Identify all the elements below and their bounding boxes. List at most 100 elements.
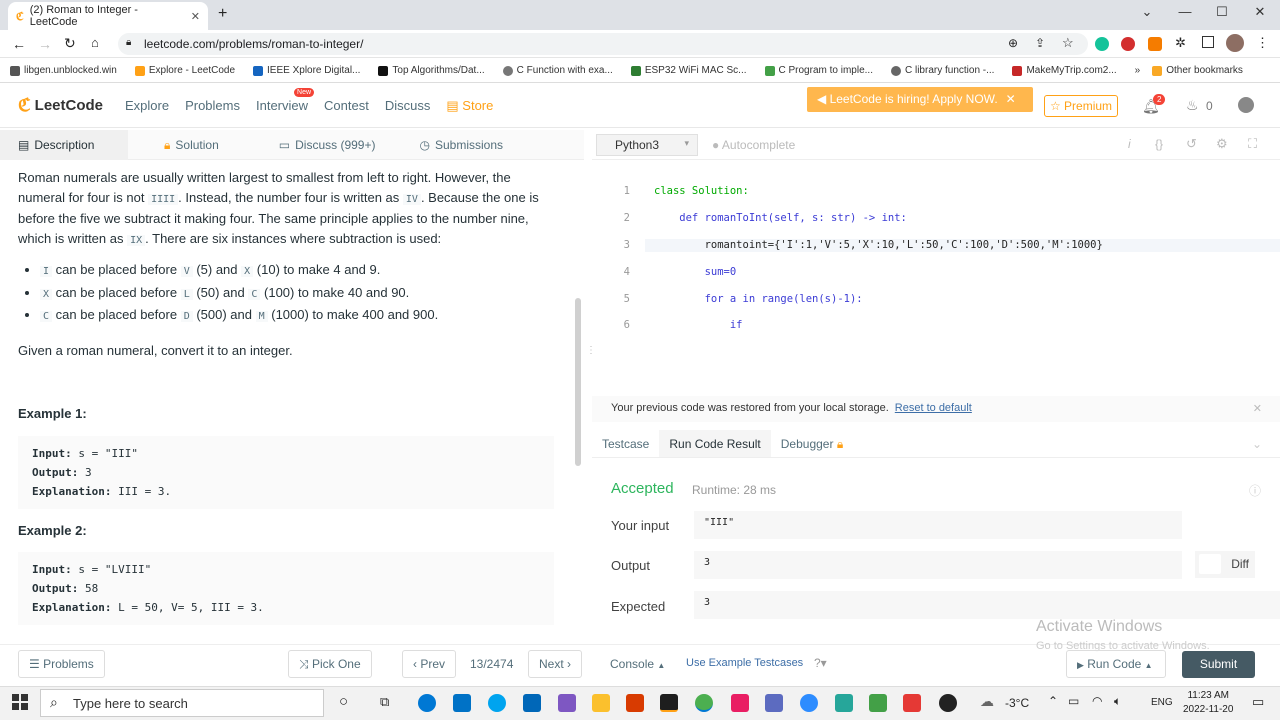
leetcode-logo[interactable]: ℭ LeetCode <box>18 95 103 116</box>
language-select[interactable]: Python3 ▾ <box>596 134 698 156</box>
sidepanel-icon[interactable] <box>1202 36 1214 48</box>
forward-icon[interactable]: → <box>38 36 52 52</box>
wifi-icon[interactable]: ◠ <box>1092 694 1102 708</box>
new-tab-icon[interactable]: + <box>218 5 227 23</box>
help-dropdown-icon[interactable]: ?▾ <box>814 656 827 670</box>
adblock-icon[interactable] <box>1121 37 1135 51</box>
autocomplete-toggle[interactable]: ● Autocomplete <box>712 138 795 152</box>
premium-button[interactable]: ☆ Premium <box>1044 95 1118 117</box>
cortana-icon[interactable]: ○ <box>339 693 348 710</box>
pick-one-button[interactable]: ⤨ Pick One <box>288 650 372 678</box>
zoom-icon[interactable]: ⊕ <box>1008 36 1018 50</box>
slack-icon[interactable] <box>731 694 749 712</box>
bookmark-item[interactable]: ESP32 WiFi MAC Sc... <box>630 65 747 76</box>
star-icon[interactable]: ☆ <box>1062 35 1074 51</box>
extensions-puzzle-icon[interactable]: ✲ <box>1175 35 1186 51</box>
profile-avatar[interactable] <box>1226 34 1244 52</box>
share-icon[interactable]: ⇪ <box>1035 36 1045 50</box>
file-explorer-icon[interactable] <box>592 694 610 712</box>
sublime-icon[interactable] <box>660 694 678 712</box>
menu-dots-icon[interactable]: ⋮ <box>1256 35 1269 51</box>
nav-discuss[interactable]: Discuss <box>385 98 431 113</box>
diff-toggle[interactable]: Diff <box>1195 551 1255 578</box>
volume-icon[interactable]: 🔈︎ <box>1114 694 1121 709</box>
app-icon[interactable] <box>488 694 506 712</box>
close-banner-icon[interactable]: ✕ <box>1006 92 1016 106</box>
bookmark-item[interactable]: MakeMyTrip.com2... <box>1012 65 1117 76</box>
collapse-chevron-icon[interactable]: ⌄ <box>1234 430 1280 457</box>
task-view-icon[interactable]: ⧉ <box>380 694 389 710</box>
github-icon[interactable] <box>939 694 957 712</box>
tab-solution[interactable]: 🔒︎ Solution <box>128 130 237 160</box>
fullscreen-icon[interactable]: ⛶ <box>1248 136 1257 152</box>
user-avatar[interactable] <box>1238 97 1254 113</box>
mail-icon[interactable] <box>453 694 471 712</box>
edge-icon[interactable] <box>418 694 436 712</box>
use-example-testcases-link[interactable]: Use Example Testcases <box>686 657 803 669</box>
resize-handle-icon[interactable]: ⋮ <box>586 345 596 356</box>
weather-temp[interactable]: -3°C <box>1005 696 1029 710</box>
store-app-icon[interactable] <box>523 694 541 712</box>
more-bookmarks-icon[interactable]: » <box>1135 65 1141 76</box>
network-icon[interactable]: ▭ <box>1068 694 1079 708</box>
info-icon[interactable]: i <box>1128 137 1131 151</box>
reset-icon[interactable]: ↺ <box>1186 136 1197 152</box>
tab-search-icon[interactable]: ⌄ <box>1132 4 1162 20</box>
prev-button[interactable]: ‹ Prev <box>402 650 457 678</box>
bookmark-item[interactable]: C library function -... <box>890 65 994 76</box>
settings-icon[interactable]: ⚙ <box>1216 136 1228 152</box>
app-icon[interactable] <box>903 694 921 712</box>
tab-description[interactable]: ▤ Description <box>0 129 128 160</box>
back-icon[interactable]: ← <box>12 36 26 52</box>
reset-to-default-link[interactable]: Reset to default <box>895 402 972 414</box>
notification-center-icon[interactable]: ▭ <box>1252 694 1264 710</box>
chevron-up-icon[interactable]: ⌃ <box>1048 694 1058 708</box>
calculator-icon[interactable] <box>869 694 887 712</box>
bookmark-item[interactable]: C Function with exa... <box>502 65 613 76</box>
url-bar[interactable]: leetcode.com/problems/roman-to-integer/ <box>118 33 1088 55</box>
braces-icon[interactable]: {} <box>1155 137 1163 151</box>
bookmark-item[interactable]: C Program to imple... <box>764 65 873 76</box>
help-icon[interactable]: ⓘ <box>1249 482 1261 499</box>
bookmark-item[interactable]: Explore - LeetCode <box>134 65 235 76</box>
hiring-banner[interactable]: ◀ LeetCode is hiring! Apply NOW. ✕ <box>807 87 1033 112</box>
close-tab-icon[interactable]: ✕ <box>191 10 200 23</box>
nav-contest[interactable]: Contest <box>324 98 369 113</box>
submit-button[interactable]: Submit <box>1182 651 1255 678</box>
chrome-icon[interactable] <box>695 694 713 712</box>
tab-debugger[interactable]: Debugger 🔒︎ <box>771 430 853 457</box>
console-button[interactable]: Console ▲ <box>610 657 665 671</box>
problems-button[interactable]: ☰ Problems <box>18 650 105 678</box>
next-button[interactable]: Next › <box>528 650 583 678</box>
app-icon[interactable] <box>835 694 853 712</box>
browser-tab[interactable]: ℭ (2) Roman to Integer - LeetCode ✕ <box>8 2 208 30</box>
app-icon[interactable] <box>558 694 576 712</box>
office-icon[interactable] <box>626 694 644 712</box>
extension-icon[interactable] <box>1148 37 1162 51</box>
home-icon[interactable]: ⌂ <box>91 35 99 50</box>
nav-explore[interactable]: Explore <box>125 98 169 113</box>
tab-discuss[interactable]: ▭ Discuss (999+) <box>237 130 394 160</box>
bookmark-folder[interactable]: Other bookmarks <box>1152 65 1243 76</box>
bookmark-item[interactable]: libgen.unblocked.win <box>10 65 117 76</box>
nav-problems[interactable]: Problems <box>185 98 240 113</box>
close-notice-icon[interactable]: ✕ <box>1253 402 1262 415</box>
grammarly-icon[interactable] <box>1095 37 1109 51</box>
reload-icon[interactable]: ↻ <box>64 35 76 52</box>
bookmark-item[interactable]: Top Algorithms/Dat... <box>378 65 485 76</box>
maximize-icon[interactable]: ☐ <box>1207 4 1237 20</box>
tab-run-code-result[interactable]: Run Code Result <box>659 430 771 457</box>
nav-interview[interactable]: Interview New <box>256 88 315 113</box>
tab-testcase[interactable]: Testcase <box>592 430 659 457</box>
close-window-icon[interactable]: ✕ <box>1245 4 1275 20</box>
minimize-icon[interactable]: — <box>1170 4 1200 19</box>
weather-icon[interactable]: ☁ <box>980 693 994 710</box>
tab-submissions[interactable]: ◷ Submissions <box>393 130 521 160</box>
zoom-app-icon[interactable] <box>800 694 818 712</box>
system-clock[interactable]: 11:23 AM 2022-11-20 <box>1183 689 1233 717</box>
code-editor[interactable]: 1 class Solution: 2 def romanToInt(self, … <box>600 172 1103 346</box>
description-scrollbar[interactable] <box>575 298 581 466</box>
windows-start-icon[interactable] <box>12 694 28 710</box>
nav-store[interactable]: ▤ Store <box>446 98 493 114</box>
bookmark-item[interactable]: IEEE Xplore Digital... <box>253 65 360 76</box>
